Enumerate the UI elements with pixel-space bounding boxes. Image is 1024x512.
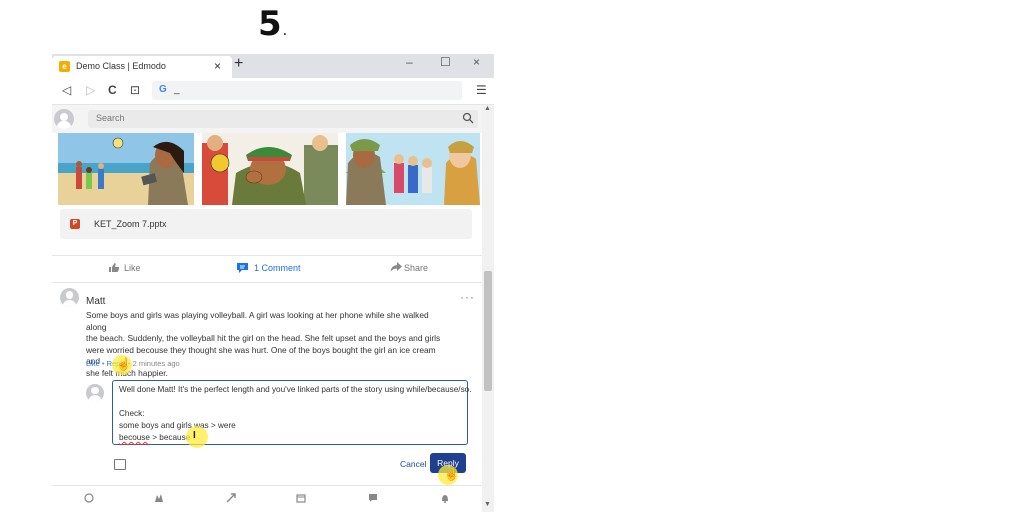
insert-image-icon[interactable]: [114, 459, 126, 470]
messages-icon[interactable]: [368, 493, 378, 503]
forward-icon[interactable]: ▷: [86, 83, 95, 97]
comment-line: the beach. Suddenly, the volleyball hit …: [86, 333, 441, 343]
story-image-1[interactable]: [58, 133, 194, 205]
more-options-icon[interactable]: ···: [460, 290, 475, 304]
maximize-icon[interactable]: ☐: [440, 55, 451, 69]
backpack-icon[interactable]: [296, 493, 306, 503]
comment-author-avatar[interactable]: [60, 288, 79, 307]
notifications-icon[interactable]: [440, 493, 450, 503]
share-icon[interactable]: [390, 262, 402, 272]
browser-window: e Demo Class | Edmodo × + – ☐ × ◁ ▷ C ⊡ …: [52, 54, 494, 512]
divider: [52, 255, 482, 256]
search-icon[interactable]: [462, 112, 474, 124]
comment-line: Some boys and girls was playing volleyba…: [86, 310, 429, 332]
reply-text: > because: [149, 433, 191, 442]
reply-textarea[interactable]: Well done Matt! It's the perfect length …: [112, 380, 472, 448]
address-bar-row: ◁ ▷ C ⊡ G _ ☰: [52, 78, 494, 105]
tab-title: Demo Class | Edmodo: [76, 61, 166, 71]
search-input[interactable]: Search: [88, 110, 478, 128]
scroll-up-icon[interactable]: ▲: [484, 105, 491, 112]
classes-icon[interactable]: [154, 493, 164, 503]
browser-tab[interactable]: e Demo Class | Edmodo ×: [52, 56, 232, 78]
reply-line: Check:: [119, 409, 145, 418]
close-window-icon[interactable]: ×: [473, 55, 480, 69]
bullet: •: [101, 359, 105, 368]
comment-count-button[interactable]: 1 Comment: [254, 263, 301, 273]
comment-author[interactable]: Matt: [86, 296, 105, 307]
search-placeholder: Search: [96, 113, 125, 123]
user-avatar[interactable]: [54, 109, 74, 129]
back-icon[interactable]: ◁: [62, 83, 71, 97]
edmodo-topbar: Search: [52, 105, 482, 133]
home-icon[interactable]: [84, 493, 94, 503]
google-icon: G: [159, 84, 167, 95]
text-cursor-icon: I: [193, 430, 196, 441]
powerpoint-icon: P: [70, 219, 80, 229]
minimize-icon[interactable]: –: [406, 55, 413, 69]
comment-line: she felt much happier.: [86, 367, 168, 378]
edmodo-favicon-icon: e: [59, 61, 70, 72]
page-scrollbar[interactable]: ▲ ▼: [482, 105, 494, 512]
reload-icon[interactable]: C: [108, 83, 117, 97]
story-image-2[interactable]: [202, 133, 338, 205]
misspelled-word: becouse: [119, 433, 150, 442]
scrollbar-thumb[interactable]: [484, 271, 492, 391]
comment-time: 2 minutes ago: [132, 359, 180, 368]
scroll-down-icon[interactable]: ▼: [484, 501, 491, 508]
reply-avatar: [86, 384, 104, 402]
attachment-name: KET_Zoom 7.pptx: [94, 219, 167, 229]
like-button[interactable]: Like: [124, 263, 141, 273]
tab-bar: e Demo Class | Edmodo × + – ☐ ×: [52, 54, 494, 78]
share-button[interactable]: Share: [404, 263, 428, 273]
reply-line: Well done Matt! It's the perfect length …: [119, 385, 472, 394]
comment-like-link[interactable]: Like: [86, 359, 100, 368]
bookmark-icon[interactable]: ⊡: [130, 83, 140, 97]
tab-close-icon[interactable]: ×: [214, 59, 221, 73]
attachment-file[interactable]: P KET_Zoom 7.pptx: [60, 209, 472, 239]
new-tab-icon[interactable]: +: [234, 55, 243, 73]
address-value: _: [174, 84, 180, 95]
discover-icon[interactable]: [226, 493, 236, 503]
comment-meta: Like • Reply • 2 minutes ago: [86, 359, 180, 368]
reply-line: some boys and girls was > were: [119, 421, 236, 430]
reply-line: becouse > because: [119, 433, 190, 442]
comment-icon[interactable]: [236, 262, 249, 274]
story-image-3[interactable]: [346, 133, 480, 205]
hand-cursor-icon: ☝: [444, 467, 459, 481]
browser-menu-icon[interactable]: ☰: [476, 83, 487, 97]
step-number: 5.: [258, 4, 289, 44]
cancel-button[interactable]: Cancel: [400, 459, 426, 469]
thumbs-up-icon[interactable]: [108, 262, 120, 273]
comment-thread: Matt ··· Some boys and girls was playing…: [52, 283, 482, 512]
comment-text: Some boys and girls was playing volleyba…: [86, 310, 450, 379]
page-content: Search P KET_Zoom 7.pptx Like 1 Comment …: [52, 105, 482, 512]
bottom-nav: [52, 485, 482, 512]
address-input[interactable]: G _: [152, 81, 462, 100]
click-highlight: [186, 426, 208, 448]
hand-cursor-icon: ☝: [116, 357, 131, 371]
